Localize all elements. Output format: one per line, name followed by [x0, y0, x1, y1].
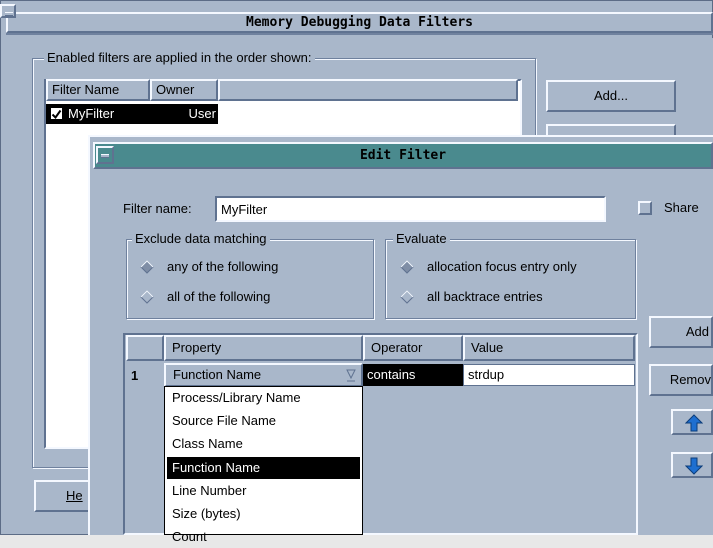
property-dropdown-list[interactable]: Process/Library Name Source File Name Cl… — [164, 386, 363, 544]
exclude-all-radio[interactable] — [140, 290, 154, 304]
move-down-button[interactable] — [671, 452, 713, 478]
property-combo[interactable]: Function Name — [164, 363, 363, 387]
property-combo-value: Function Name — [173, 367, 262, 382]
dropdown-option-source-file[interactable]: Source File Name — [167, 410, 360, 432]
dropdown-option-process-library[interactable]: Process/Library Name — [167, 387, 360, 409]
arrow-down-icon — [685, 457, 703, 475]
filter-name-label: Filter name: — [123, 201, 192, 216]
filter-enabled-checkbox[interactable] — [50, 107, 63, 120]
column-owner[interactable]: Owner — [150, 79, 218, 101]
dropdown-option-size[interactable]: Size (bytes) — [167, 503, 360, 525]
evaluate-backtrace-radio[interactable] — [400, 290, 414, 304]
row-number: 1 — [131, 368, 139, 383]
column-filter-name[interactable]: Filter Name — [46, 79, 150, 101]
value-cell[interactable]: strdup — [463, 364, 635, 386]
exclude-any-label: any of the following — [167, 259, 279, 274]
evaluate-backtrace-label: all backtrace entries — [427, 289, 543, 304]
combo-arrow-icon — [346, 369, 356, 382]
add-filter-button[interactable]: Add... — [546, 80, 676, 112]
column-filler — [218, 79, 518, 101]
evaluate-focus-label: allocation focus entry only — [427, 259, 577, 274]
column-row-number — [126, 335, 164, 361]
filter-name-cell: MyFilter — [68, 106, 115, 121]
checkmark-icon — [51, 109, 62, 120]
filter-name-input[interactable] — [215, 196, 606, 222]
share-checkbox[interactable] — [638, 201, 652, 215]
evaluate-focus-radio[interactable] — [400, 260, 414, 274]
titlebar-divider — [6, 33, 713, 35]
operator-cell[interactable]: contains — [363, 364, 463, 386]
dropdown-option-line-number[interactable]: Line Number — [167, 480, 360, 502]
column-value[interactable]: Value — [463, 335, 635, 361]
add-criteria-button[interactable]: Add — [649, 316, 713, 348]
main-window-title: Memory Debugging Data Filters — [246, 15, 473, 30]
exclude-data-group-title: Exclude data matching — [132, 231, 270, 247]
enabled-filters-group-label: Enabled filters are applied in the order… — [44, 50, 315, 66]
edit-filter-title: Edit Filter — [359, 148, 447, 163]
dropdown-option-class-name[interactable]: Class Name — [167, 433, 360, 455]
table-row[interactable]: MyFilter User — [46, 104, 218, 124]
exclude-any-radio[interactable] — [140, 260, 154, 274]
evaluate-group — [385, 239, 636, 319]
column-operator[interactable]: Operator — [363, 335, 463, 361]
column-property[interactable]: Property — [164, 335, 363, 361]
dropdown-option-function-name[interactable]: Function Name — [167, 457, 360, 479]
filter-owner-cell: User — [188, 106, 216, 121]
filters-table-header: Filter Name Owner — [46, 79, 518, 101]
exclude-data-group — [126, 239, 374, 319]
dropdown-option-count[interactable]: Count — [167, 526, 360, 548]
share-label: Share — [664, 200, 699, 215]
exclude-all-label: all of the following — [167, 289, 271, 304]
arrow-up-icon — [685, 414, 703, 432]
remove-criteria-button[interactable]: Remov — [649, 364, 713, 396]
evaluate-group-title: Evaluate — [393, 231, 450, 247]
help-button[interactable]: He — [34, 480, 96, 512]
move-up-button[interactable] — [671, 409, 713, 435]
